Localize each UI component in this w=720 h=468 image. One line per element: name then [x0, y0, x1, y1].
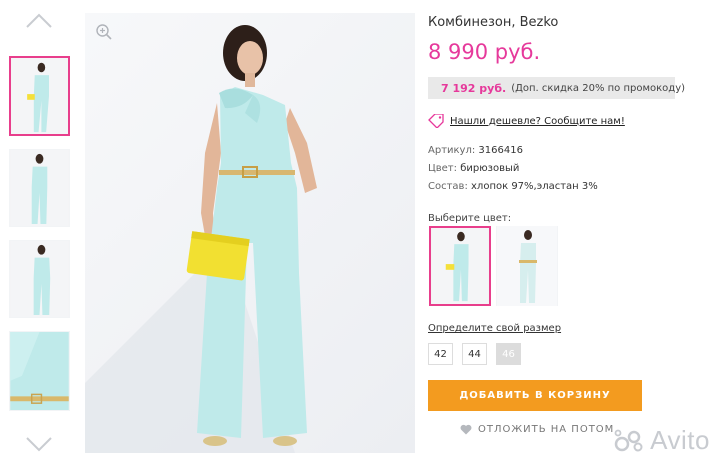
size-option-42[interactable]: 42	[428, 343, 453, 365]
thumbnail-2[interactable]	[9, 149, 70, 227]
found-cheaper-link[interactable]: Нашли дешевле? Сообщите нам!	[428, 114, 625, 128]
product-price: 8 990 руб.	[428, 40, 541, 64]
chevron-up-icon[interactable]	[22, 10, 56, 32]
heart-icon	[460, 424, 472, 435]
add-to-cart-button[interactable]: ДОБАВИТЬ В КОРЗИНУ	[428, 380, 642, 411]
size-option-44[interactable]: 44	[462, 343, 487, 365]
color-swatch-2[interactable]	[496, 226, 558, 306]
attr-article-value: 3166416	[478, 145, 523, 156]
promo-price-box: 7 192 руб. (Доп. скидка 20% по промокоду…	[428, 77, 685, 99]
main-product-image[interactable]	[85, 13, 415, 453]
attr-color: Цвет: бирюзовый	[428, 163, 519, 174]
chevron-down-icon[interactable]	[22, 433, 56, 455]
price-tag-icon	[428, 114, 444, 128]
attr-color-label: Цвет:	[428, 163, 458, 174]
size-guide-link[interactable]: Определите свой размер	[428, 323, 561, 334]
found-cheaper-label[interactable]: Нашли дешевле? Сообщите нам!	[450, 116, 625, 127]
promo-price: 7 192 руб.	[441, 81, 507, 95]
attr-article-label: Артикул:	[428, 145, 476, 156]
zoom-icon[interactable]	[95, 23, 113, 41]
choose-color-label: Выберите цвет:	[428, 213, 512, 224]
avito-logo-icon	[614, 429, 643, 451]
thumbnail-3[interactable]	[9, 240, 70, 318]
thumbnail-gallery	[0, 0, 78, 468]
color-swatch-1[interactable]	[429, 226, 491, 306]
attr-composition-value: хлопок 97%,эластан 3%	[471, 181, 598, 192]
attr-article: Артикул: 3166416	[428, 145, 523, 156]
attr-composition: Состав: хлопок 97%,эластан 3%	[428, 181, 598, 192]
attr-composition-label: Состав:	[428, 181, 468, 192]
save-for-later-label[interactable]: ОТЛОЖИТЬ НА ПОТОМ	[478, 424, 614, 435]
avito-watermark: Avito	[614, 425, 710, 456]
save-for-later-link[interactable]: ОТЛОЖИТЬ НА ПОТОМ	[460, 424, 614, 435]
model-photo	[85, 25, 317, 453]
size-option-46: 46	[496, 343, 521, 365]
promo-note: (Доп. скидка 20% по промокоду)	[511, 82, 686, 94]
product-title: Комбинезон, Bezko	[428, 15, 559, 30]
thumbnail-4[interactable]	[9, 331, 70, 411]
thumbnail-1[interactable]	[9, 56, 70, 136]
attr-color-value: бирюзовый	[460, 163, 520, 174]
avito-wordmark: Avito	[650, 425, 710, 455]
